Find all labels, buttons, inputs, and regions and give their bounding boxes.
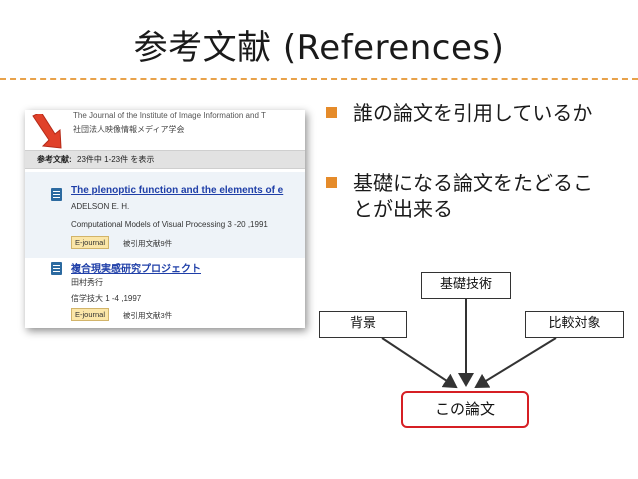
diagram-arrows	[381, 298, 557, 389]
diagram-box-foundation: 基礎技術	[421, 272, 511, 299]
arrow-left	[381, 337, 458, 389]
diagram-box-background: 背景	[319, 311, 407, 338]
diagram-box-comparison: 比較対象	[525, 311, 624, 338]
arrow-right	[474, 337, 557, 389]
diagram-box-this-paper: この論文	[401, 391, 529, 428]
